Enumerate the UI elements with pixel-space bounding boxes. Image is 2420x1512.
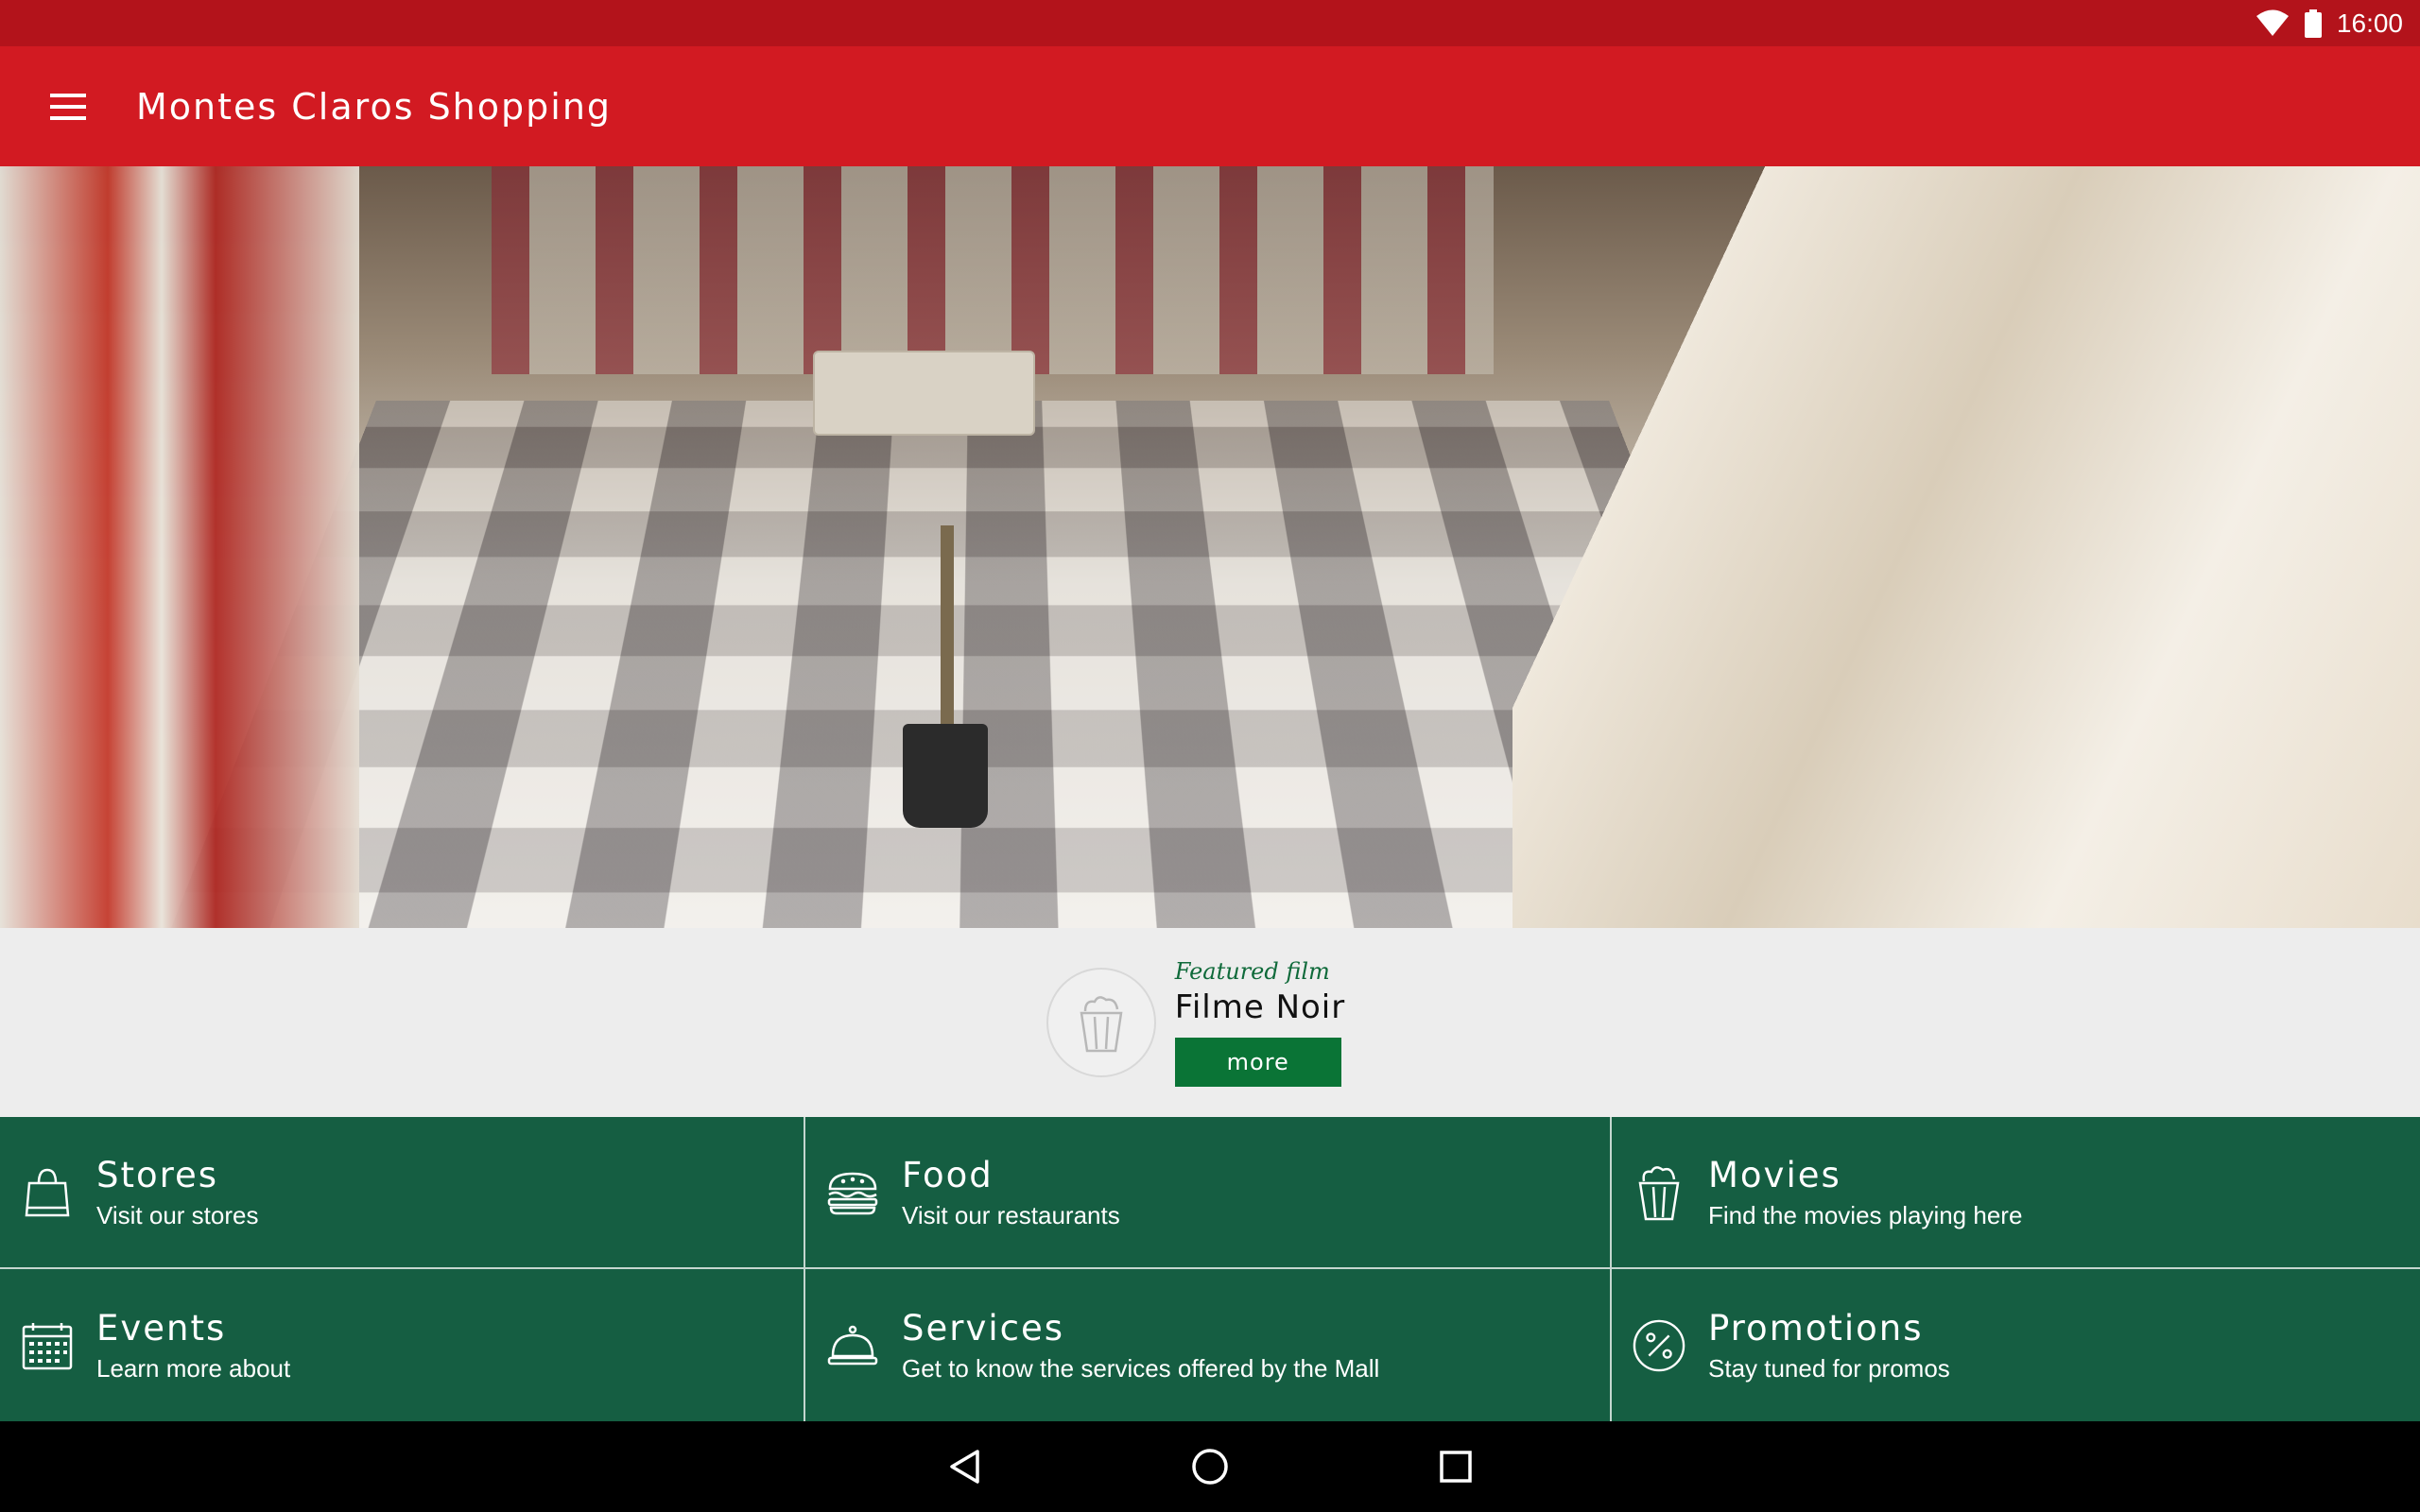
featured-label: Featured film (1174, 958, 1330, 985)
menu-grid: Stores Visit our stores Food Visit our r… (0, 1117, 2420, 1421)
status-time: 16:00 (2336, 8, 2403, 38)
app-bar: Montes Claros Shopping (0, 46, 2420, 166)
navigation-bar (0, 1421, 2420, 1512)
app-title: Montes Claros Shopping (136, 85, 613, 128)
menu-item-services[interactable]: Services Get to know the services offere… (805, 1269, 1612, 1421)
menu-item-movies[interactable]: Movies Find the movies playing here (1612, 1117, 2420, 1269)
service-bell-icon (826, 1319, 879, 1372)
plant-pot (903, 724, 988, 828)
hamburger-menu-icon (50, 93, 86, 120)
menu-item-subtitle: Visit our stores (96, 1200, 259, 1229)
menu-item-promotions[interactable]: Promotions Stay tuned for promos (1612, 1269, 2420, 1421)
menu-item-title: Stores (96, 1154, 219, 1195)
menu-item-stores[interactable]: Stores Visit our stores (0, 1117, 805, 1269)
menu-item-title: Movies (1708, 1154, 1841, 1195)
home-circle-icon (1192, 1449, 1228, 1485)
right-storefronts (1512, 166, 2420, 928)
back-button[interactable] (926, 1429, 1002, 1504)
recents-square-icon (1440, 1451, 1472, 1483)
calendar-icon (21, 1319, 74, 1372)
directional-sign (813, 351, 1035, 436)
featured-film-thumbnail[interactable] (1046, 968, 1156, 1077)
recents-button[interactable] (1418, 1429, 1494, 1504)
shopping-bag-icon (21, 1166, 74, 1219)
menu-item-title: Services (902, 1307, 1065, 1349)
hero-image (0, 166, 2420, 928)
wifi-icon (2256, 9, 2289, 36)
menu-item-subtitle: Find the movies playing here (1708, 1200, 2023, 1229)
status-bar: 16:00 (0, 0, 2420, 46)
menu-item-subtitle: Stay tuned for promos (1708, 1353, 1950, 1383)
menu-item-title: Food (902, 1154, 994, 1195)
popcorn-icon (1080, 996, 1123, 1053)
menu-button[interactable] (0, 46, 136, 166)
menu-item-subtitle: Learn more about (96, 1353, 291, 1383)
menu-item-subtitle: Get to know the services offered by the … (902, 1353, 1380, 1383)
popcorn-icon (1633, 1165, 1685, 1220)
featured-title: Filme Noir (1174, 988, 1346, 1026)
plant-trunk (941, 525, 954, 733)
food-court-tables (492, 166, 1494, 374)
more-button[interactable]: more (1174, 1038, 1341, 1087)
percent-icon (1633, 1319, 1685, 1372)
menu-item-events[interactable]: Events Learn more about (0, 1269, 805, 1421)
menu-item-food[interactable]: Food Visit our restaurants (805, 1117, 1612, 1269)
featured-film-panel: Featured film Filme Noir more (0, 928, 2420, 1117)
menu-item-subtitle: Visit our restaurants (902, 1200, 1120, 1229)
menu-item-title: Promotions (1708, 1307, 1924, 1349)
menu-item-title: Events (96, 1307, 227, 1349)
left-storefronts (0, 166, 359, 928)
back-triangle-icon (950, 1450, 979, 1484)
home-button[interactable] (1172, 1429, 1248, 1504)
battery-icon (2304, 9, 2322, 38)
burger-icon (826, 1166, 879, 1219)
